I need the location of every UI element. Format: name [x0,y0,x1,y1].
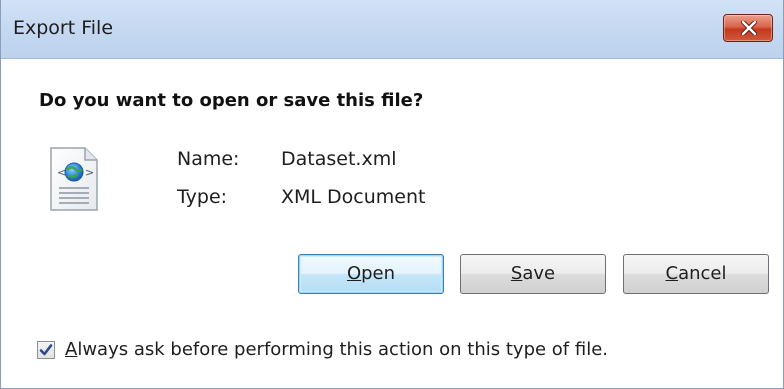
cancel-button-label: ancel [678,263,727,284]
xml-document-icon: < > [47,146,101,212]
save-button[interactable]: Save [460,254,606,294]
file-type-label: Type: [177,186,228,208]
cancel-button-mnemonic: C [665,263,679,284]
svg-text:>: > [85,166,94,179]
save-button-label: ave [522,263,556,284]
open-button-mnemonic: O [346,263,362,284]
dialog-prompt: Do you want to open or save this file? [39,90,424,111]
title-bar[interactable]: Export File [1,0,783,59]
open-button[interactable]: Open [298,254,444,294]
always-ask-label[interactable]: Always ask before performing this action… [65,339,608,360]
file-type-value: XML Document [281,186,426,208]
close-button[interactable] [723,14,773,42]
svg-text:<: < [57,166,66,179]
file-name-value: Dataset.xml [281,148,397,170]
file-name-label: Name: [177,148,240,170]
window-title: Export File [13,17,114,39]
export-file-dialog: Export File Do you want to open or save … [0,0,784,389]
cancel-button[interactable]: Cancel [623,254,769,294]
always-ask-text: lways ask before performing this action … [77,339,609,360]
save-button-mnemonic: S [510,263,523,284]
checkmark-icon [39,344,53,356]
always-ask-checkbox[interactable] [37,341,55,359]
open-button-label: pen [361,263,396,284]
close-icon [741,21,757,35]
always-ask-mnemonic: A [65,339,78,360]
